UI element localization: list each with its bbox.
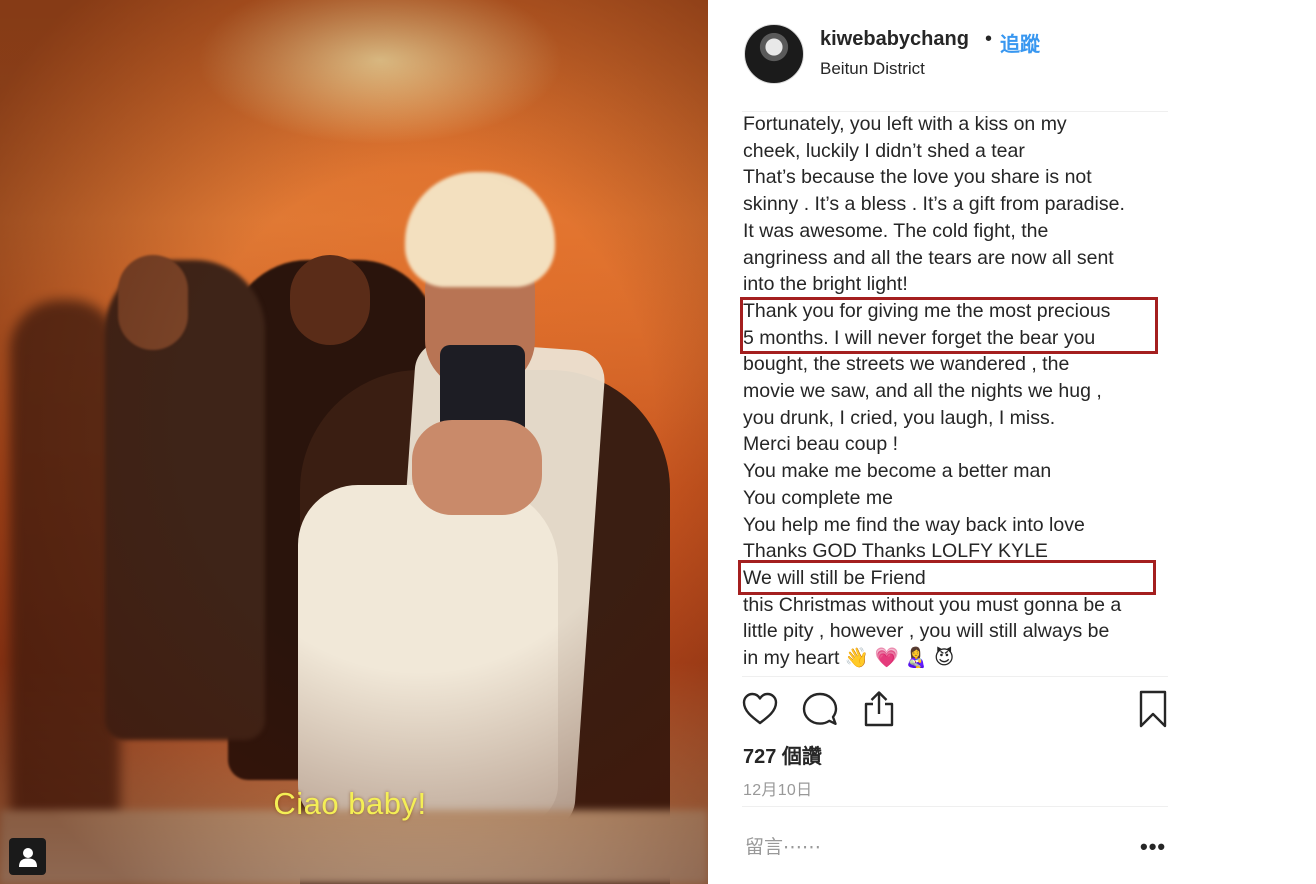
person-tag-icon[interactable] — [9, 838, 46, 875]
share-upload-icon[interactable] — [860, 690, 898, 728]
post-side-panel: kiwebabychang • 追蹤 Beitun District Fortu… — [708, 0, 1316, 884]
caption-line: you drunk, I cried, you laugh, I miss. — [743, 406, 1056, 429]
comment-divider — [742, 806, 1168, 807]
avatar[interactable] — [744, 24, 804, 84]
highlight-box-precious-months — [740, 297, 1158, 354]
caption-line: bought, the streets we wandered , the — [743, 353, 1070, 376]
caption-divider — [742, 676, 1168, 677]
comment-input[interactable] — [743, 832, 1097, 864]
post-photo[interactable]: Ciao baby! — [0, 0, 708, 884]
caption-line: movie we saw, and all the nights we hug … — [743, 380, 1102, 403]
caption-line: cheek, luckily I didn’t shed a tear — [743, 139, 1025, 162]
username-link[interactable]: kiwebabychang — [820, 28, 969, 51]
caption-line: You complete me — [743, 486, 893, 509]
location-link[interactable]: Beitun District — [820, 59, 925, 79]
comment-bubble-icon[interactable] — [801, 690, 839, 728]
photo-subtitle: Ciao baby! — [273, 786, 427, 821]
bookmark-icon[interactable] — [1134, 690, 1172, 728]
photo-vignette — [0, 0, 708, 884]
highlight-box-still-friend — [738, 560, 1156, 595]
caption-line: into the bright light! — [743, 273, 908, 296]
post-date[interactable]: 12月10日 — [743, 776, 812, 800]
caption-line: angriness and all the tears are now all … — [743, 246, 1114, 269]
follow-button[interactable]: 追蹤 — [1000, 28, 1040, 57]
caption-line: You make me become a better man — [743, 460, 1052, 483]
caption-line: this Christmas without you must gonna be… — [743, 593, 1122, 616]
caption-line: You help me find the way back into love — [743, 513, 1085, 536]
caption-line: That’s because the love you share is not — [743, 166, 1092, 189]
caption-line: skinny . It’s a bless . It’s a gift from… — [743, 193, 1125, 216]
caption-line: Merci beau coup ! — [743, 433, 899, 456]
caption-line: Fortunately, you left with a kiss on my — [743, 113, 1067, 135]
caption-line: in my heart 👋 💗 👩‍🍼 😈 — [743, 647, 955, 670]
like-count[interactable]: 727 個讚 — [743, 740, 822, 769]
header-separator: • — [985, 28, 993, 50]
caption-line: It was awesome. The cold fight, the — [743, 219, 1049, 242]
more-options-icon[interactable]: ••• — [1140, 834, 1166, 860]
caption-line: little pity , however , you will still a… — [743, 620, 1110, 643]
heart-icon[interactable] — [741, 690, 779, 728]
